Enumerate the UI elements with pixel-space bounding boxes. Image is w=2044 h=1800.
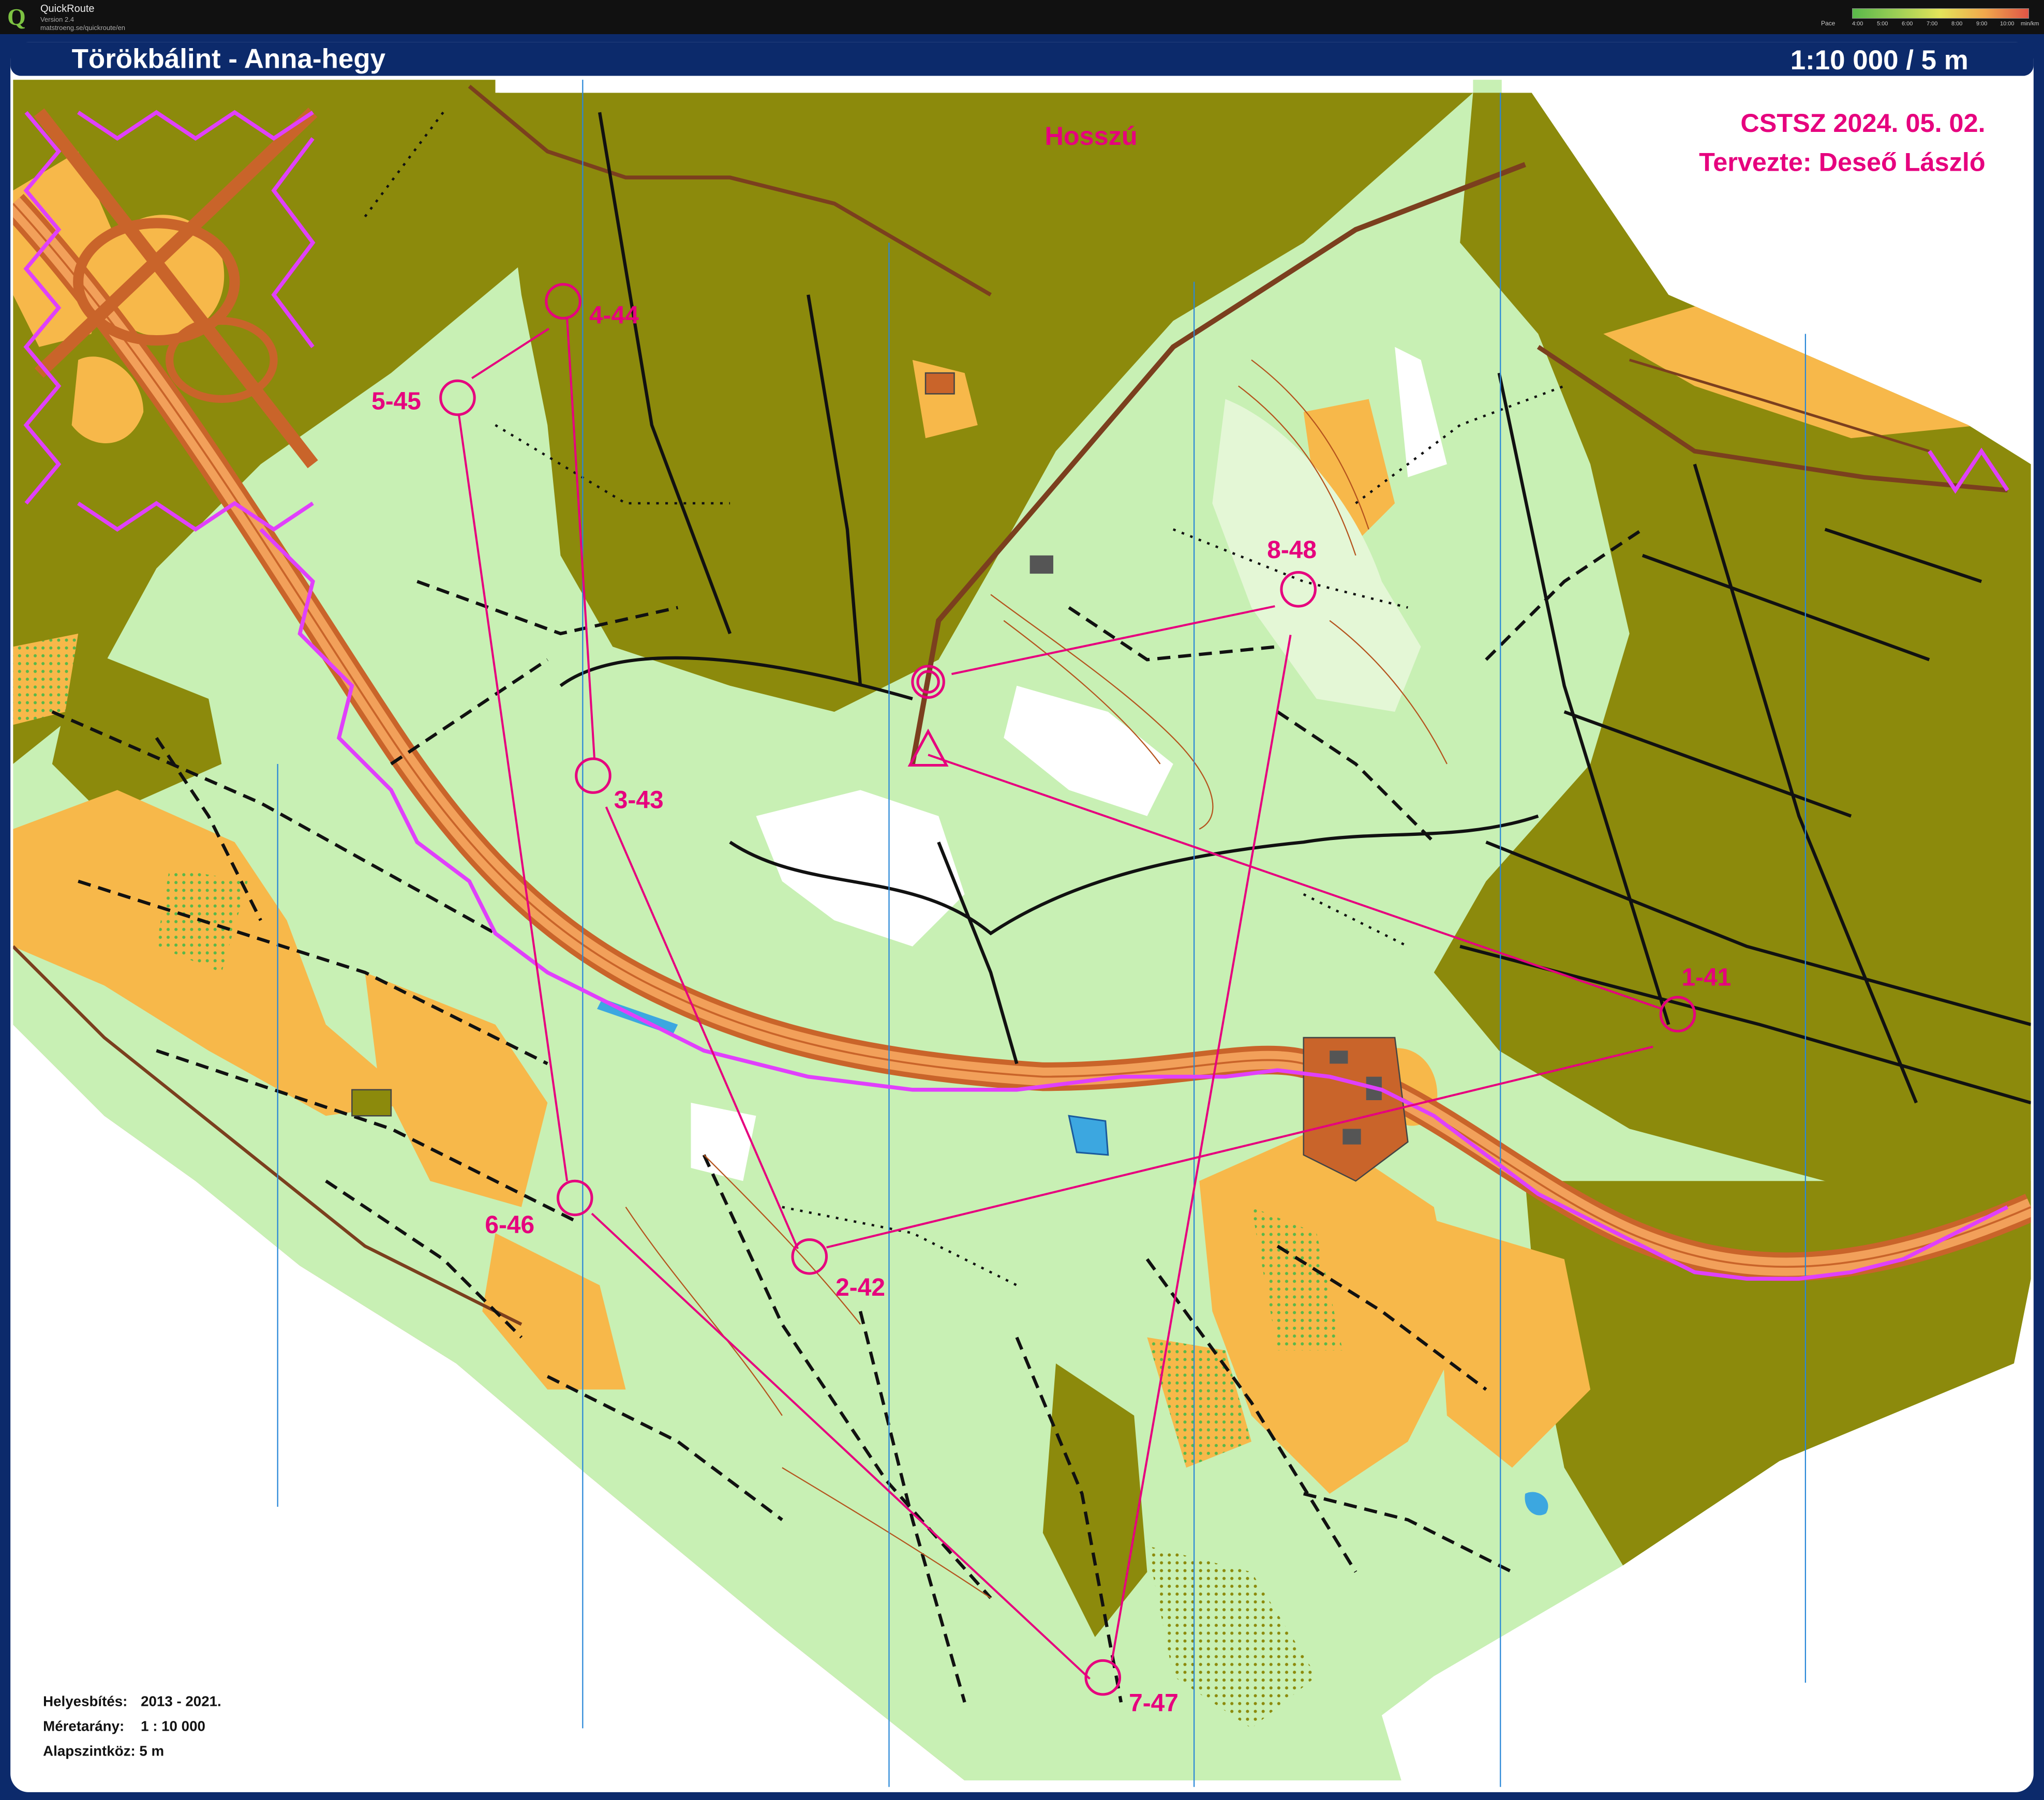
pace-tick: 8:00	[1951, 21, 1963, 27]
app-name: QuickRoute	[40, 3, 95, 14]
map-scale-header: 1:10 000 / 5 m	[1791, 45, 1968, 76]
map-title: Törökbálint - Anna-hegy	[72, 44, 386, 74]
control-label: 5-45	[371, 388, 421, 415]
app-version: Version 2.4	[40, 16, 74, 23]
info-value: 1 : 10 000	[141, 1718, 205, 1734]
control-label: 1-41	[1682, 964, 1732, 991]
control-label: 2-42	[835, 1274, 885, 1301]
app-url: matstroeng.se/quickroute/en	[40, 24, 126, 32]
pace-legend-label: Pace	[1821, 20, 1836, 27]
control-label: 6-46	[485, 1211, 534, 1239]
course-name: Hosszú	[1045, 121, 1137, 151]
control-label: 4-44	[589, 302, 639, 329]
pace-color-bar	[1852, 8, 2029, 19]
pace-legend: Pace 4:00 5:00 6:00 7:00 8:00 9:00 10:00…	[1821, 6, 2039, 29]
control-label: 3-43	[614, 787, 664, 814]
pace-tick: min/km	[2021, 21, 2039, 27]
info-key: Helyesbítés:	[43, 1693, 127, 1709]
pace-tick: 6:00	[1902, 21, 1913, 27]
pace-tick: 9:00	[1976, 21, 1988, 27]
pace-tick: 4:00	[1852, 21, 1863, 27]
pace-tick: 7:00	[1927, 21, 1938, 27]
map-viewport[interactable]: 1-41 2-42 3-43 4-44 5-45 6-46 7-47 8-48 …	[0, 34, 2044, 1800]
quickroute-titlebar: Q QuickRoute Version 2.4 matstroeng.se/q…	[0, 0, 2044, 34]
info-key: Alapszintköz: 5 m	[43, 1743, 164, 1759]
pace-tick: 5:00	[1877, 21, 1888, 27]
quickroute-logo-icon: Q	[7, 4, 26, 30]
info-key: Méretarány:	[43, 1718, 124, 1734]
info-value: 2013 - 2021.	[141, 1693, 221, 1709]
pace-legend-ticks: 4:00 5:00 6:00 7:00 8:00 9:00 10:00 min/…	[1852, 21, 2039, 28]
event-line: CSTSZ 2024. 05. 02.	[1740, 108, 1985, 138]
setter-line: Tervezte: Deseő László	[1699, 147, 1985, 177]
pace-tick: 10:00	[2000, 21, 2015, 27]
orienteering-map[interactable]: 1-41 2-42 3-43 4-44 5-45 6-46 7-47 8-48 …	[0, 34, 2044, 1800]
control-label: 7-47	[1129, 1690, 1178, 1717]
control-label: 8-48	[1267, 536, 1317, 564]
